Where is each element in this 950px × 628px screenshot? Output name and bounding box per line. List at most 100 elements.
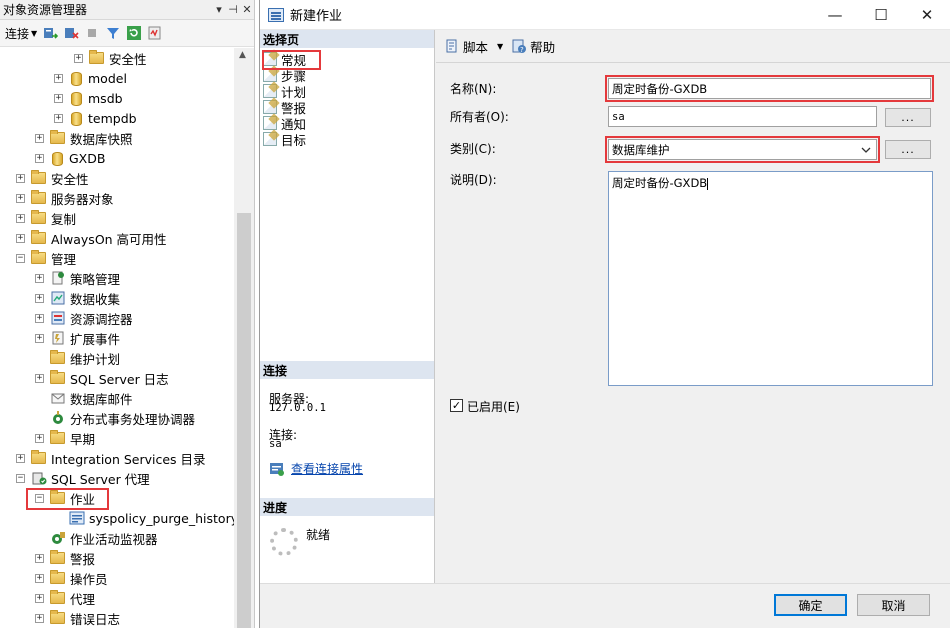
object-explorer-panel: 对象资源管理器 ▾ ⊣ ✕ 连接 ▼ + 安全性 + model + msdb + tempd…: [0, 0, 255, 628]
tree-node-management[interactable]: − 管理: [16, 248, 76, 268]
stop-icon[interactable]: [84, 25, 100, 41]
tree-node-label: SQL Server 代理: [51, 471, 150, 487]
panel-pin-icon[interactable]: ⊣: [226, 3, 240, 16]
panel-close-icon[interactable]: ✕: [240, 3, 254, 16]
tree-node-syspolicy[interactable]: syspolicy_purge_history: [54, 508, 234, 528]
close-button[interactable]: ✕: [904, 0, 950, 30]
tree-node-xevents[interactable]: + 扩展事件: [35, 328, 120, 348]
expand-icon[interactable]: +: [35, 373, 44, 383]
tree-node-label: 数据库快照: [70, 131, 133, 147]
expand-icon[interactable]: +: [54, 73, 63, 83]
minimize-button[interactable]: —: [812, 0, 858, 30]
tree-node-operators[interactable]: + 操作员: [35, 568, 108, 588]
tree-node-sql-logs[interactable]: + SQL Server 日志: [35, 368, 169, 388]
name-highlight-box: [605, 75, 934, 102]
connect-server-icon[interactable]: [42, 25, 59, 41]
expand-icon[interactable]: +: [35, 293, 44, 303]
page-item-5[interactable]: 目标: [263, 131, 306, 148]
expand-icon[interactable]: +: [35, 593, 44, 603]
help-button[interactable]: ? 帮助: [511, 37, 555, 56]
tree-node-tempdb[interactable]: + tempdb: [54, 108, 137, 128]
expand-icon[interactable]: +: [54, 93, 63, 103]
expand-icon[interactable]: +: [35, 133, 44, 143]
expand-icon[interactable]: +: [35, 333, 44, 343]
tree-node-dtc[interactable]: 分布式事务处理协调器: [35, 408, 195, 428]
tree-node-gxdb[interactable]: + GXDB: [35, 148, 105, 168]
view-connection-properties-label[interactable]: 查看连接属性: [291, 460, 363, 477]
tree-node-dbmail[interactable]: 数据库邮件: [35, 388, 133, 408]
connect-button[interactable]: 连接 ▼: [5, 25, 37, 42]
tree-node-maint-plans[interactable]: 维护计划: [35, 348, 120, 368]
tree-node-label: 复制: [51, 211, 77, 227]
expand-icon[interactable]: +: [54, 113, 63, 123]
expand-icon[interactable]: +: [16, 173, 25, 183]
object-explorer-tree: + 安全性 + model + msdb + tempdb + 数据库快照 + GXDB + 安全性 + 服务…: [0, 48, 234, 628]
ok-button[interactable]: 确定: [774, 594, 847, 616]
object-explorer-title: 对象资源管理器: [3, 3, 88, 17]
tree-node-data-collection[interactable]: + 数据收集: [35, 288, 120, 308]
tree-node-policy[interactable]: + 策略管理: [35, 268, 120, 288]
page-icon: [263, 100, 277, 114]
connection-value: sa: [269, 438, 282, 450]
tree-node-server-objects[interactable]: + 服务器对象: [16, 188, 114, 208]
filter-icon[interactable]: [105, 25, 121, 41]
activity-monitor-icon[interactable]: [147, 25, 163, 41]
folder-icon: [31, 210, 47, 226]
dialog-title: 新建作业: [290, 9, 343, 24]
category-browse-button[interactable]: ...: [885, 140, 931, 159]
cancel-button[interactable]: 取消: [857, 594, 930, 616]
expand-icon[interactable]: +: [16, 453, 25, 463]
expand-icon[interactable]: +: [16, 193, 25, 203]
object-explorer-titlebar: 对象资源管理器 ▾ ⊣ ✕: [0, 0, 254, 20]
expand-icon[interactable]: +: [35, 433, 44, 443]
collapse-icon[interactable]: −: [16, 253, 25, 263]
script-button[interactable]: 脚本 ▼: [444, 37, 503, 56]
tree-node-alerts[interactable]: + 警报: [35, 548, 95, 568]
owner-browse-button[interactable]: ...: [885, 108, 931, 127]
refresh-icon[interactable]: [126, 25, 142, 41]
scrollbar-thumb[interactable]: [237, 213, 251, 628]
tree-node-agent[interactable]: − SQL Server 代理: [16, 468, 150, 488]
owner-input[interactable]: sa: [608, 106, 877, 127]
tree-node-anquanxing-db[interactable]: + 安全性: [74, 48, 147, 68]
tree-node-label: 分布式事务处理协调器: [70, 411, 196, 427]
expand-icon[interactable]: +: [35, 153, 44, 163]
page-icon: [263, 132, 277, 146]
expand-icon[interactable]: +: [35, 553, 44, 563]
help-label: 帮助: [530, 39, 556, 55]
collapse-icon[interactable]: −: [16, 473, 25, 483]
tree-node-errorlogs[interactable]: + 错误日志: [35, 608, 120, 628]
expand-icon[interactable]: +: [35, 273, 44, 283]
tree-node-alwayson[interactable]: + AlwaysOn 高可用性: [16, 228, 167, 248]
expand-icon[interactable]: +: [35, 313, 44, 323]
tree-node-msdb[interactable]: + msdb: [54, 88, 123, 108]
tree-node-proxies[interactable]: + 代理: [35, 588, 95, 608]
expand-icon[interactable]: +: [35, 573, 44, 583]
expand-icon[interactable]: +: [16, 213, 25, 223]
tree-node-snapshots[interactable]: + 数据库快照: [35, 128, 133, 148]
chevron-down-icon[interactable]: ▼: [497, 42, 503, 51]
scroll-up-icon[interactable]: ▲: [239, 50, 246, 60]
expand-icon[interactable]: +: [74, 53, 83, 63]
tree-node-model[interactable]: + model: [54, 68, 127, 88]
tree-node-label: 操作员: [70, 571, 108, 587]
view-connection-properties-link[interactable]: 查看连接属性: [269, 460, 363, 477]
expand-icon[interactable]: +: [16, 233, 25, 243]
description-textarea[interactable]: 周定时备份-GXDB: [608, 171, 933, 386]
owner-input-value: sa: [612, 110, 625, 123]
expand-icon[interactable]: +: [35, 613, 44, 623]
tree-node-resource-governor[interactable]: + 资源调控器: [35, 308, 133, 328]
tree-node-legacy[interactable]: + 早期: [35, 428, 95, 448]
tree-vertical-scrollbar[interactable]: ▲: [234, 48, 254, 628]
tree-node-integration[interactable]: + Integration Services 目录: [16, 448, 206, 468]
tree-node-job-monitor[interactable]: 作业活动监视器: [35, 528, 158, 548]
tree-node-security[interactable]: + 安全性: [16, 168, 89, 188]
enabled-checkbox[interactable]: ✓: [450, 399, 463, 412]
panel-dropdown-icon[interactable]: ▾: [212, 3, 226, 16]
maximize-button[interactable]: ☐: [858, 0, 904, 30]
tree-node-replication[interactable]: + 复制: [16, 208, 76, 228]
disconnect-icon[interactable]: [63, 25, 79, 41]
tree-node-label: model: [88, 70, 127, 86]
